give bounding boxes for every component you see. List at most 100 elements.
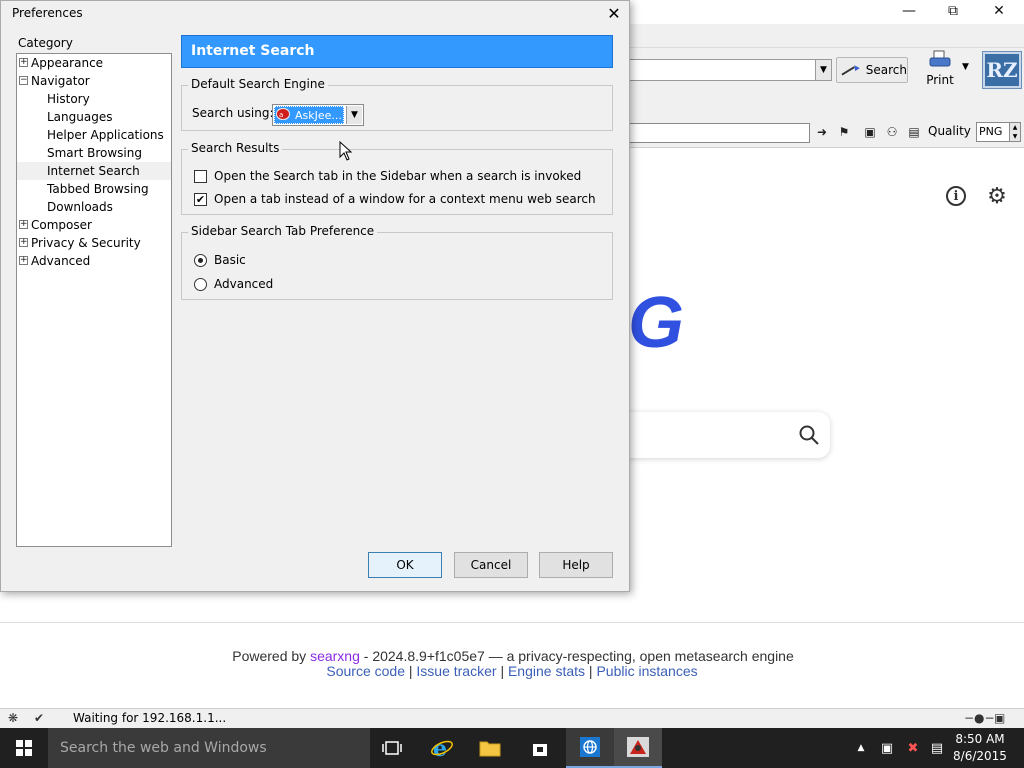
tree-item-history[interactable]: History [17, 90, 171, 108]
group-legend: Sidebar Search Tab Preference [188, 224, 378, 238]
search-input[interactable] [614, 412, 830, 458]
chevron-down-icon[interactable]: ▼ [346, 106, 362, 124]
issue-tracker-link[interactable]: Issue tracker [416, 663, 496, 679]
print-button[interactable]: Print [920, 50, 960, 90]
askjeeves-icon: a [276, 108, 290, 120]
online-status-icon[interactable]: −●− [964, 711, 995, 727]
tree-item-appearance[interactable]: + Appearance [17, 54, 171, 72]
tree-item-label: Smart Browsing [47, 146, 142, 160]
footer-links: Source code | Issue tracker | Engine sta… [0, 663, 1024, 679]
taskbar-ie[interactable]: e [418, 728, 466, 768]
source-code-link[interactable]: Source code [326, 663, 405, 679]
info-icon[interactable]: i [946, 186, 966, 206]
tree-item-composer[interactable]: + Composer [17, 216, 171, 234]
tree-item-privacy-security[interactable]: + Privacy & Security [17, 234, 171, 252]
tree-item-internet-search[interactable]: Internet Search [17, 162, 171, 180]
security-icon[interactable]: ✔ [34, 711, 54, 727]
tree-item-label: Composer [31, 218, 92, 232]
version-text: - 2024.8.9+f1c05e7 — a privacy-respectin… [363, 648, 794, 664]
advanced-radio[interactable] [194, 278, 207, 291]
taskbar-seamonkey[interactable] [614, 728, 662, 768]
open-search-tab-checkbox[interactable] [194, 170, 207, 183]
browser-logo: RZ [982, 51, 1022, 89]
collapse-icon[interactable]: − [19, 76, 28, 85]
print-dropdown-icon[interactable]: ▼ [962, 62, 969, 72]
clipboard-icon[interactable]: ▤ [904, 123, 924, 141]
taskbar-file-explorer[interactable] [466, 728, 514, 768]
restore-icon[interactable]: ⧉ [930, 0, 976, 22]
search-using-label: Search using: [192, 106, 274, 120]
address-input[interactable] [626, 123, 810, 143]
expand-icon[interactable]: + [19, 220, 28, 229]
svg-text:a: a [279, 111, 283, 119]
volume-muted-icon[interactable]: ✖ [904, 739, 922, 757]
expand-icon[interactable]: + [19, 256, 28, 265]
tree-item-label: Downloads [47, 200, 113, 214]
status-text: Waiting for 192.168.1.1... [73, 711, 227, 725]
gear-icon[interactable]: ⚙ [985, 184, 1009, 209]
page-icon[interactable]: ▣ [860, 123, 880, 141]
tree-item-smart-browsing[interactable]: Smart Browsing [17, 144, 171, 162]
tree-item-navigator[interactable]: − Navigator [17, 72, 171, 90]
taskbar-clock[interactable]: 8:50 AM 8/6/2015 [952, 731, 1008, 765]
show-hidden-icons-icon[interactable]: ▲ [852, 739, 870, 757]
expand-icon[interactable]: + [19, 238, 28, 247]
tree-item-downloads[interactable]: Downloads [17, 198, 171, 216]
seamonkey-icon [627, 737, 649, 757]
close-icon[interactable]: ✕ [976, 0, 1022, 22]
option-label: Open the Search tab in the Sidebar when … [214, 169, 582, 183]
popup-blocker-icon[interactable]: ▣ [994, 711, 1014, 727]
binoculars-icon[interactable]: ⚇ [882, 123, 902, 141]
option-label: Advanced [214, 277, 274, 291]
group-legend: Search Results [188, 141, 283, 155]
url-combobox[interactable]: ▼ [620, 59, 832, 81]
spinner-icon[interactable]: ▲ ▼ [1009, 123, 1020, 141]
print-label: Print [926, 73, 954, 87]
help-button[interactable]: Help [539, 552, 613, 578]
search-engine-select[interactable]: AskJee... a ▼ [272, 104, 364, 126]
expand-icon[interactable]: + [19, 58, 28, 67]
tree-item-label: Advanced [31, 254, 91, 268]
go-arrow-icon[interactable]: ➜ [812, 123, 832, 141]
taskbar-browser[interactable] [566, 728, 614, 768]
basic-radio[interactable] [194, 254, 207, 267]
tree-item-languages[interactable]: Languages [17, 108, 171, 126]
task-view-button[interactable] [368, 728, 416, 768]
action-center-icon[interactable]: ▤ [928, 739, 946, 757]
search-engine-name: AskJee... [295, 109, 342, 122]
tree-item-label: Navigator [31, 74, 90, 88]
dropdown-arrow-icon[interactable]: ▼ [815, 60, 831, 80]
clock-date: 8/6/2015 [953, 749, 1007, 763]
close-icon[interactable]: ✕ [601, 1, 627, 25]
search-button[interactable]: Search [836, 57, 908, 83]
powered-by-text: Powered by [232, 648, 307, 664]
mouse-cursor-icon [339, 141, 353, 161]
engine-stats-link[interactable]: Engine stats [508, 663, 585, 679]
network-icon[interactable]: ▣ [878, 739, 896, 757]
tree-item-advanced[interactable]: + Advanced [17, 252, 171, 270]
tree-item-label: Helper Applications [47, 128, 164, 142]
tree-item-label: Appearance [31, 56, 104, 70]
start-button[interactable] [0, 728, 48, 768]
category-tree[interactable]: + Appearance − Navigator History Languag… [16, 53, 172, 547]
open-tab-instead-checkbox[interactable]: ✔ [194, 193, 207, 206]
bookmark-icon[interactable]: ⚑ [834, 123, 854, 141]
searxng-logo: G [628, 283, 685, 363]
taskbar-store[interactable] [516, 728, 564, 768]
cancel-button[interactable]: Cancel [454, 552, 528, 578]
tree-item-tabbed-browsing[interactable]: Tabbed Browsing [17, 180, 171, 198]
category-label: Category [18, 36, 73, 50]
quality-select[interactable]: PNG ▲ ▼ [976, 122, 1021, 142]
public-instances-link[interactable]: Public instances [596, 663, 697, 679]
tree-item-helper-applications[interactable]: Helper Applications [17, 126, 171, 144]
minimize-icon[interactable]: — [886, 0, 932, 22]
group-legend: Default Search Engine [188, 77, 328, 91]
searxng-link[interactable]: searxng [310, 648, 360, 664]
search-wand-icon [841, 65, 860, 76]
taskbar-search-input[interactable]: Search the web and Windows [48, 728, 370, 768]
dialog-title: Preferences [12, 6, 83, 20]
ok-button[interactable]: OK [368, 552, 442, 578]
tree-item-label: Tabbed Browsing [47, 182, 149, 196]
search-icon[interactable] [798, 424, 820, 446]
windows-logo-icon [16, 740, 32, 756]
